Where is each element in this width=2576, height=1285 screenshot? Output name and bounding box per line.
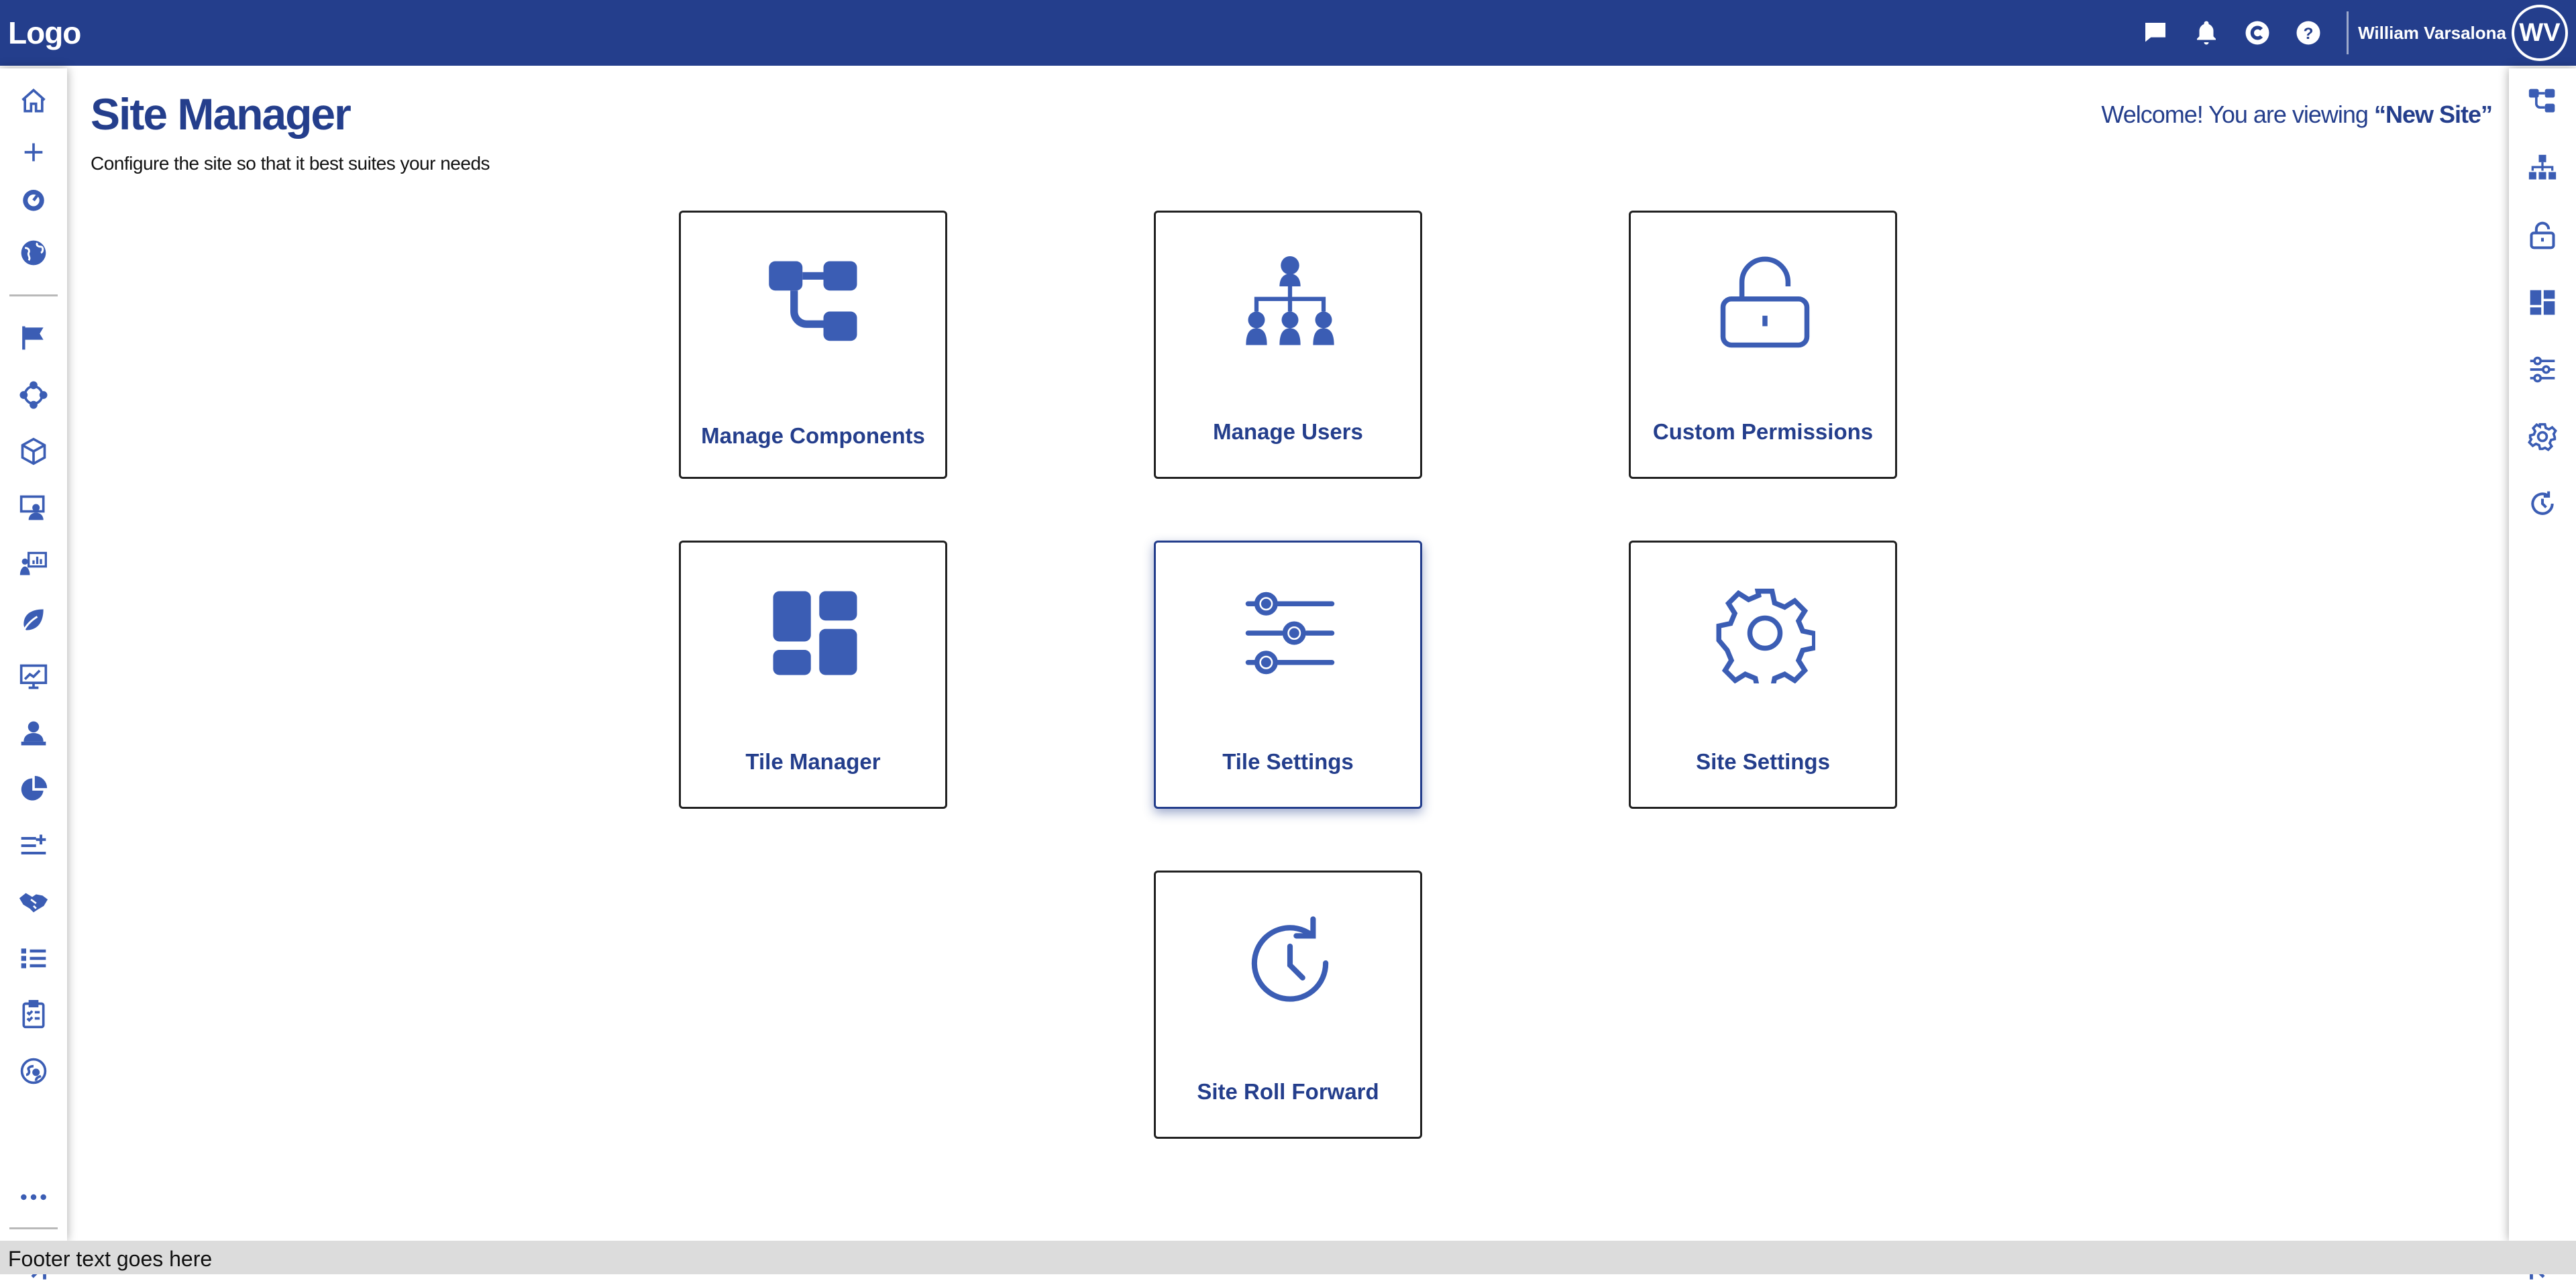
list-add-icon[interactable] — [18, 830, 49, 861]
footer: Footer text goes here — [0, 1241, 2576, 1274]
tile-manage-components[interactable]: Manage Components — [679, 211, 947, 479]
gauge-icon[interactable] — [18, 184, 49, 215]
welcome-prefix: Welcome! You are viewing — [2101, 101, 2374, 128]
tile-tile-settings[interactable]: Tile Settings — [1154, 541, 1422, 809]
flag-icon[interactable] — [18, 322, 49, 353]
cycle-icon[interactable] — [18, 380, 49, 410]
list-icon[interactable] — [18, 943, 49, 974]
user-name[interactable]: William Varsalona — [2358, 23, 2506, 44]
roll-forward-icon[interactable] — [2527, 488, 2558, 519]
components-icon[interactable] — [2527, 86, 2558, 117]
roll-forward-icon — [1240, 913, 1340, 1013]
tile-label: Manage Components — [701, 423, 925, 448]
c-circle-icon[interactable] — [2242, 17, 2273, 48]
tile-label: Tile Manager — [745, 749, 881, 774]
page-subtitle: Configure the site so that it best suite… — [91, 153, 490, 174]
help-icon[interactable]: ? — [2293, 17, 2324, 48]
unlock-icon — [1715, 253, 1815, 353]
sliders-icon — [1240, 583, 1340, 683]
org-chart-icon[interactable] — [2527, 153, 2558, 184]
page-title: Site Manager — [91, 89, 352, 139]
pie-chart-icon[interactable] — [18, 774, 49, 805]
site-name: “New Site” — [2373, 101, 2493, 128]
sidebar-divider — [9, 294, 58, 296]
tile-label: Manage Users — [1213, 419, 1363, 444]
gear-icon[interactable] — [2527, 421, 2558, 452]
chat-icon[interactable] — [2140, 17, 2171, 48]
svg-text:?: ? — [2304, 25, 2314, 43]
bell-icon[interactable] — [2191, 17, 2222, 48]
footer-text: Footer text goes here — [8, 1247, 213, 1271]
cube-icon[interactable] — [18, 436, 49, 467]
tile-label: Custom Permissions — [1652, 419, 1874, 444]
tile-manage-users[interactable]: Manage Users — [1154, 211, 1422, 479]
gear-icon — [1715, 583, 1815, 683]
sidebar-divider — [9, 1227, 58, 1229]
handshake-icon[interactable] — [18, 887, 49, 917]
presentation-chart-icon[interactable] — [18, 549, 49, 579]
sliders-icon[interactable] — [2527, 354, 2558, 385]
monitor-chart-icon[interactable] — [18, 661, 49, 692]
tile-site-roll-forward[interactable]: Site Roll Forward — [1154, 871, 1422, 1139]
leaf-icon[interactable] — [18, 605, 49, 636]
user-desk-icon[interactable] — [18, 718, 49, 748]
tile-site-settings[interactable]: Site Settings — [1629, 541, 1897, 809]
tile-custom-permissions[interactable]: Custom Permissions — [1629, 211, 1897, 479]
clipboard-checklist-icon[interactable] — [18, 999, 49, 1030]
right-sidebar — [2509, 68, 2576, 1280]
top-actions: ? William Varsalona WV — [2120, 0, 2568, 66]
logo[interactable]: Logo — [8, 15, 81, 51]
top-divider — [2347, 11, 2349, 54]
org-chart-icon — [1240, 253, 1340, 353]
tile-tile-manager[interactable]: Tile Manager — [679, 541, 947, 809]
more-dots-icon[interactable] — [18, 1182, 49, 1213]
presenter-icon[interactable] — [18, 492, 49, 523]
unlock-icon[interactable] — [2527, 220, 2558, 251]
globe-network-icon[interactable] — [18, 1056, 49, 1086]
tile-label: Site Settings — [1696, 749, 1830, 774]
tiles-icon[interactable] — [2527, 287, 2558, 318]
globe-icon[interactable] — [18, 237, 49, 268]
plus-icon[interactable] — [18, 137, 49, 168]
home-icon[interactable] — [18, 86, 49, 117]
top-bar: Logo ? William Varsalona WV — [0, 0, 2576, 66]
welcome-message: Welcome! You are viewing “New Site” — [2101, 101, 2493, 129]
avatar[interactable]: WV — [2512, 5, 2568, 61]
tile-label: Tile Settings — [1222, 749, 1354, 774]
left-sidebar — [0, 68, 67, 1280]
tiles-icon — [765, 583, 865, 683]
components-icon — [765, 253, 865, 353]
tile-label: Site Roll Forward — [1197, 1079, 1379, 1104]
